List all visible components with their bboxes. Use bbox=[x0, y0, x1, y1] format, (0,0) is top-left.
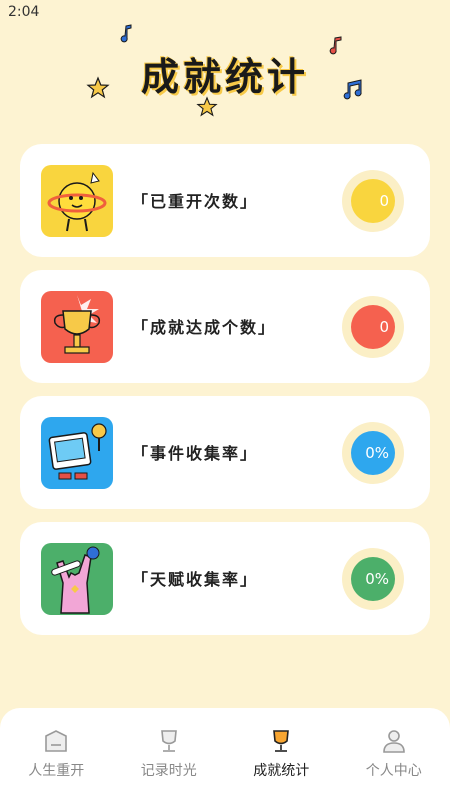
nav-item-profile[interactable]: 个人中心 bbox=[338, 708, 450, 800]
badge-ring: 0 bbox=[342, 170, 404, 232]
trophy-icon bbox=[273, 730, 290, 752]
person-icon bbox=[382, 730, 405, 753]
page-header: 成就统计 bbox=[0, 24, 450, 134]
nav-item-records[interactable]: 记录时光 bbox=[113, 708, 226, 800]
card-label: 「成就达成个数」 bbox=[132, 318, 277, 337]
stat-card-achievements[interactable]: 「成就达成个数」 0 bbox=[20, 270, 430, 383]
stat-value-badge: 0% bbox=[351, 557, 395, 601]
box-icon bbox=[45, 730, 68, 752]
nav-label: 成就统计 bbox=[253, 763, 310, 779]
nav-item-achievements[interactable]: 成就统计 bbox=[225, 708, 338, 800]
stat-value-badge: 0 bbox=[351, 179, 395, 223]
trophy-icon bbox=[41, 291, 113, 363]
nav-label: 记录时光 bbox=[140, 763, 197, 779]
stat-value-badge: 0% bbox=[351, 431, 395, 475]
rock-hand-icon bbox=[41, 543, 113, 615]
status-time: 2:04 bbox=[8, 4, 40, 20]
stat-value-badge: 0 bbox=[351, 305, 395, 349]
card-label: 「天赋收集率」 bbox=[132, 570, 259, 589]
computer-mascot-icon bbox=[41, 417, 113, 489]
stat-card-events[interactable]: 「事件收集率」 0% bbox=[20, 396, 430, 509]
nav-label: 个人中心 bbox=[365, 763, 422, 779]
nav-item-restart[interactable]: 人生重开 bbox=[0, 708, 113, 800]
cup-icon bbox=[160, 730, 177, 752]
sun-mascot-icon bbox=[41, 165, 113, 237]
stat-card-talents[interactable]: 「天赋收集率」 0% bbox=[20, 522, 430, 635]
card-label: 「事件收集率」 bbox=[132, 444, 259, 463]
nav-label: 人生重开 bbox=[28, 763, 85, 779]
card-label: 「已重开次数」 bbox=[132, 192, 259, 211]
bottom-nav: 人生重开 记录时光 成就统计 个人中心 bbox=[0, 708, 450, 800]
badge-ring: 0 bbox=[342, 296, 404, 358]
music-note-icon bbox=[120, 24, 132, 43]
badge-ring: 0% bbox=[342, 548, 404, 610]
stat-card-restarts[interactable]: 「已重开次数」 0 bbox=[20, 144, 430, 257]
badge-ring: 0% bbox=[342, 422, 404, 484]
page-title: 成就统计 bbox=[140, 55, 309, 99]
